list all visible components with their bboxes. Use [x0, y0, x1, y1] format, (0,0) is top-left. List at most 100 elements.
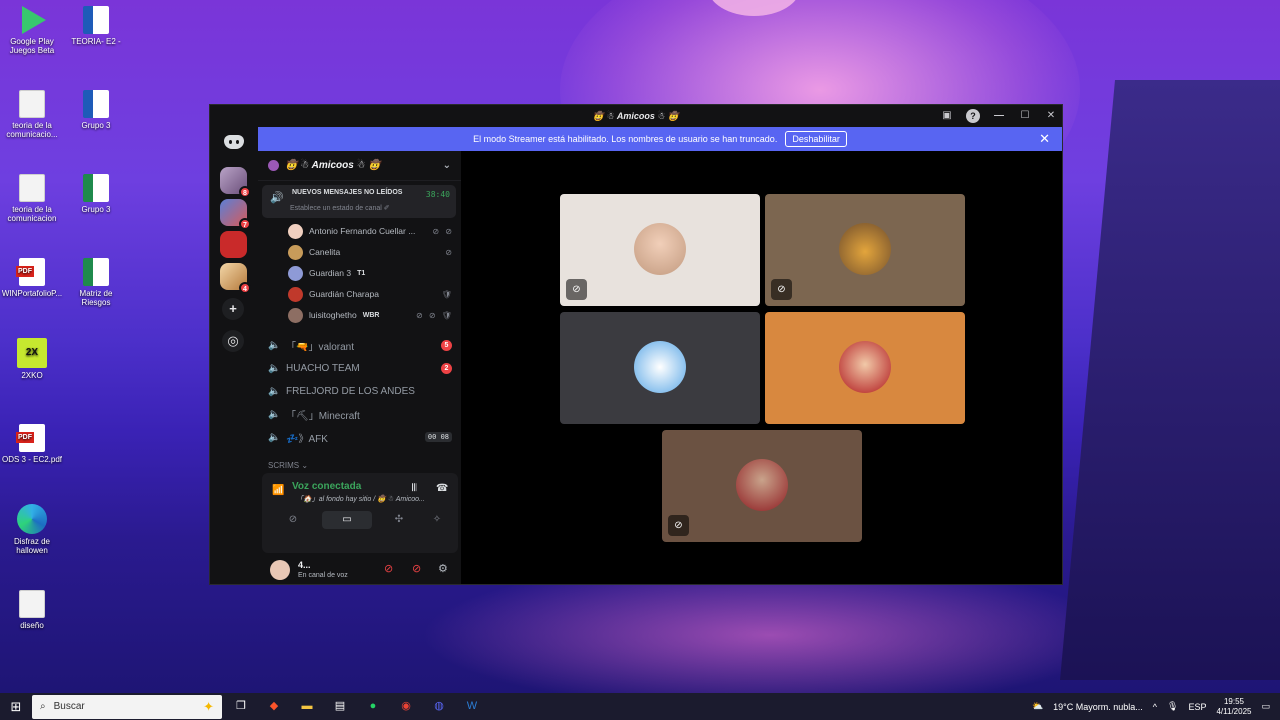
language-indicator[interactable]: ESP	[1188, 702, 1206, 712]
server-icon-1[interactable]: 8	[220, 167, 251, 198]
participant-tile[interactable]: ⊘	[662, 430, 862, 542]
voice-channel-path[interactable]: 「🏠」al fondo hay sitio / 🤠 ☃ Amicoo...	[296, 494, 425, 504]
active-voice-channel[interactable]: 🔊 NUEVOS MENSAJES NO LEÍDOS 38:40 Establ…	[262, 185, 456, 218]
desktop-icon-ods3[interactable]: ODS 3 - EC2.pdf	[0, 424, 64, 464]
notifications-icon[interactable]: ▭	[1261, 701, 1270, 712]
close-banner-icon[interactable]: ✕	[1039, 131, 1050, 147]
desktop-icon-disfraz[interactable]: Disfraz de hallowen	[0, 504, 64, 555]
server-header[interactable]: 🤠 ☃ Amicoos ☃ 🤠 ⌄	[258, 151, 461, 181]
disconnect-icon[interactable]: ☎	[436, 483, 448, 494]
avatar	[288, 265, 303, 281]
discover-icon[interactable]: ◎	[222, 330, 244, 352]
voice-connection-panel: 📶 Voz conectada 「🏠」al fondo hay sitio / …	[262, 473, 458, 553]
add-server-icon[interactable]: +	[222, 298, 244, 320]
task-view-icon[interactable]: ❐	[227, 693, 255, 720]
server-icon-amicoos[interactable]: 7	[220, 199, 251, 230]
server-icon-small	[268, 160, 279, 171]
search-icon: ⌕	[40, 701, 46, 712]
camera-off-icon: ⊘	[668, 515, 689, 536]
channel-sidebar: 🤠 ☃ Amicoos ☃ 🤠 ⌄ 🔊 NUEVOS MENSAJES NO L…	[258, 151, 461, 584]
voice-member[interactable]: Canelita ⊘	[288, 243, 454, 261]
voice-member[interactable]: luisitoghetho WBR ⊘ ⊘ 🛡	[288, 306, 454, 324]
camera-off-button[interactable]: ⊘	[268, 511, 318, 529]
discord-home-icon[interactable]	[224, 135, 244, 149]
headphones-deafened-icon[interactable]: ⊘	[412, 562, 421, 575]
speaker-icon: 🔈	[268, 431, 281, 443]
voice-channel-freljord[interactable]: 🔈 FRELJORD DE LOS ANDES	[268, 381, 452, 401]
unread-messages-pill[interactable]: NUEVOS MENSAJES NO LEÍDOS	[292, 189, 402, 196]
desktop-icon-grupo3-word[interactable]: Grupo 3	[64, 90, 128, 130]
start-button[interactable]: ⊞	[0, 693, 32, 720]
desktop-icon-diseno[interactable]: diseño	[0, 590, 64, 630]
participant-tile[interactable]	[560, 312, 760, 424]
avatar	[634, 341, 686, 393]
avatar	[288, 244, 303, 260]
voice-channel-afk[interactable]: 🔈 💤》AFK 00 08	[268, 427, 452, 447]
screen-share-button[interactable]: ▭	[322, 511, 372, 529]
voice-channel-huacho[interactable]: 🔈 HUACHO TEAM 2	[268, 358, 452, 378]
weather-icon[interactable]: ⛅	[1032, 701, 1043, 712]
chevron-down-icon[interactable]: ⌄	[443, 160, 451, 171]
desktop-icon-teoria-comunicacion[interactable]: teoria de la comunicacion	[0, 174, 64, 223]
avatar	[839, 223, 891, 275]
voice-member[interactable]: Guardián Charapa 🛡	[288, 285, 454, 303]
voice-member[interactable]: Guardian 3 T1	[288, 264, 454, 282]
microphone-icon[interactable]: 🎙	[1167, 701, 1178, 712]
avatar	[736, 459, 788, 511]
discord-taskbar-icon[interactable]: ◍	[425, 693, 453, 720]
close-window-button[interactable]: ✕	[1044, 109, 1058, 123]
disable-streamer-button[interactable]: Deshabilitar	[785, 131, 847, 147]
avatar[interactable]	[270, 560, 290, 580]
desktop-icon-teoria-comunicacio[interactable]: teoria de la comunicacio...	[0, 90, 64, 139]
participant-tile[interactable]: ⊘	[765, 194, 965, 306]
inbox-icon[interactable]: ▣	[940, 109, 954, 123]
server-icon-3[interactable]	[220, 231, 247, 258]
voice-channel-minecraft[interactable]: 🔈 「⛏」Minecraft	[268, 404, 452, 424]
channel-status-hint[interactable]: Establece un estado de canal ✐	[290, 204, 390, 212]
desktop-icon-grupo3-excel[interactable]: Grupo 3	[64, 174, 128, 214]
help-icon[interactable]: ?	[966, 109, 980, 123]
whatsapp-icon[interactable]: ●	[359, 693, 387, 720]
participant-tile[interactable]: ⊘	[560, 194, 760, 306]
chrome-icon[interactable]: ◉	[392, 693, 420, 720]
maximize-button[interactable]: ☐	[1018, 109, 1032, 123]
signal-icon[interactable]: 📶	[272, 485, 284, 496]
app-icon[interactable]: ▤	[326, 693, 354, 720]
unread-count-badge: 2	[441, 362, 452, 374]
voice-member[interactable]: Antonio Fernando Cuellar ... ⊘ ⊘	[288, 222, 454, 240]
mention-badge: 7	[239, 218, 251, 230]
category-scrims[interactable]: SCRIMS ⌄	[268, 461, 308, 470]
desktop-icon-2xko[interactable]: 2X 2XKO	[0, 338, 64, 380]
clock[interactable]: 19:55 4/11/2025	[1216, 697, 1251, 717]
weather-text[interactable]: 19°C Mayorm. nubla...	[1053, 702, 1143, 712]
file-explorer-icon[interactable]: ▬	[293, 693, 321, 720]
minimize-button[interactable]: —	[992, 109, 1006, 123]
shield-icon: 🛡	[441, 289, 454, 299]
chevron-up-icon[interactable]: ^	[1153, 702, 1157, 712]
participant-tile-speaking[interactable]	[765, 312, 965, 424]
server-name: 🤠 ☃ Amicoos ☃ 🤠	[285, 160, 381, 171]
speaker-icon: 🔈	[268, 408, 281, 420]
voice-channel-valorant[interactable]: 🔈 「🔫」valorant 5	[268, 335, 452, 355]
search-box[interactable]: ⌕ Buscar ✦	[32, 694, 222, 719]
avatar	[288, 286, 303, 302]
soundboard-button[interactable]: ✧	[412, 511, 462, 529]
gear-icon[interactable]: ⚙	[438, 562, 448, 575]
pdf-file-icon	[16, 424, 45, 452]
brave-browser-icon[interactable]: ◆	[260, 693, 288, 720]
streamer-banner-text: El modo Streamer está habilitado. Los no…	[473, 134, 778, 144]
noise-suppression-icon[interactable]: 𝄃𝄃	[412, 483, 416, 494]
search-placeholder: Buscar	[53, 701, 85, 712]
desktop-icon-winportafolio[interactable]: WINPortafolioP...	[0, 258, 64, 298]
speaker-icon: 🔈	[268, 385, 281, 397]
avatar	[634, 223, 686, 275]
server-icon-4[interactable]: 4	[220, 263, 251, 294]
server-list: 8 7 4 + ◎	[210, 127, 258, 584]
desktop-icon-matriz-riesgos[interactable]: Matriz de Riesgos	[64, 258, 128, 307]
desktop-icon-teoria-e2[interactable]: TEORIA- E2 -	[64, 6, 128, 46]
username: 4...	[298, 560, 311, 570]
desktop-icon-google-play[interactable]: Google Play Juegos Beta	[0, 6, 64, 55]
document-icon	[19, 174, 45, 202]
word-taskbar-icon[interactable]: W	[458, 693, 486, 720]
mic-muted-icon[interactable]: ⊘	[384, 562, 393, 575]
